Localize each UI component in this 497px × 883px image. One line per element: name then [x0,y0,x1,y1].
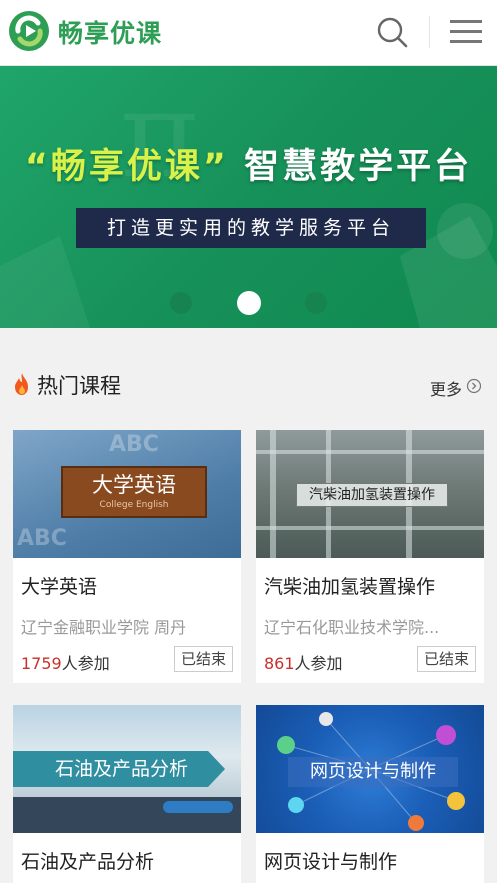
banner-title-brand: “畅享优课” [24,147,229,187]
course-thumbnail[interactable]: 汽柴油加氢装置操作 [256,430,484,558]
banner-title-rest: 智慧教学平台 [228,147,473,187]
thumb-title: 网页设计与制作 [288,757,458,787]
course-name[interactable]: 大学英语 [21,572,97,599]
search-icon[interactable] [374,14,410,50]
course-card[interactable]: 石油及产品分析 石油及产品分析 [13,705,241,883]
status-badge: 已结束 [416,646,476,672]
thumb-decoration [256,526,484,530]
course-card[interactable]: 汽柴油加氢装置操作 汽柴油加氢装置操作 辽宁石化职业技术学院... 861人参加… [256,430,484,683]
course-thumbnail[interactable]: 网页设计与制作 [256,705,484,833]
carousel-dot-active[interactable] [237,291,261,315]
course-card[interactable]: 网页设计与制作 网页设计与制作 [256,705,484,883]
thumb-decoration: ABC [17,526,67,551]
header-divider [429,16,430,48]
thumb-title: 汽柴油加氢装置操作 [296,483,448,507]
thumb-subtitle: College English [99,500,169,510]
status-badge: 已结束 [173,646,233,672]
course-school: 辽宁石化职业技术学院... [264,618,440,637]
banner-carousel[interactable]: π “畅享优课” 智慧教学平台 打造更实用的教学服务平台 [0,66,497,328]
banner-decoration: π [0,66,497,328]
banner-title: “畅享优课” 智慧教学平台 [0,138,497,189]
course-thumbnail[interactable]: 石油及产品分析 [13,705,241,833]
fire-icon [15,373,28,395]
course-name[interactable]: 汽柴油加氢装置操作 [264,572,435,599]
carousel-dot[interactable] [170,292,192,314]
thumb-decoration [256,450,484,454]
chevron-circle-right-icon[interactable] [466,378,482,394]
course-thumbnail[interactable]: ABC ABC 大学英语 College English [13,430,241,558]
participant-number: 1759 [21,654,62,673]
thumb-title: 石油及产品分析 [13,751,225,787]
section-title: 热门课程 [37,374,121,398]
hot-courses-header: 热门课程 更多 [0,360,497,410]
thumb-title-plank: 大学英语 College English [61,466,207,518]
thumb-title: 大学英语 [92,473,176,497]
course-school: 辽宁金融职业学院 周丹 [21,618,187,637]
top-header: 畅享优课 [0,0,497,66]
more-link[interactable]: 更多 [430,376,462,400]
participant-suffix: 人参加 [61,654,110,673]
participant-suffix: 人参加 [294,654,343,673]
thumb-decoration [163,801,233,813]
menu-icon[interactable] [448,16,484,48]
carousel-dot[interactable] [305,292,327,314]
thumb-decoration: ABC [109,432,159,457]
course-name[interactable]: 网页设计与制作 [264,847,397,874]
logo-icon[interactable] [8,10,50,52]
course-name[interactable]: 石油及产品分析 [21,847,154,874]
participant-count: 1759人参加 [21,650,110,674]
participant-number: 861 [264,654,295,673]
participant-count: 861人参加 [264,650,343,674]
brand-title[interactable]: 畅享优课 [58,14,162,50]
course-card[interactable]: ABC ABC 大学英语 College English 大学英语 辽宁金融职业… [13,430,241,683]
banner-subtitle: 打造更实用的教学服务平台 [76,208,426,248]
